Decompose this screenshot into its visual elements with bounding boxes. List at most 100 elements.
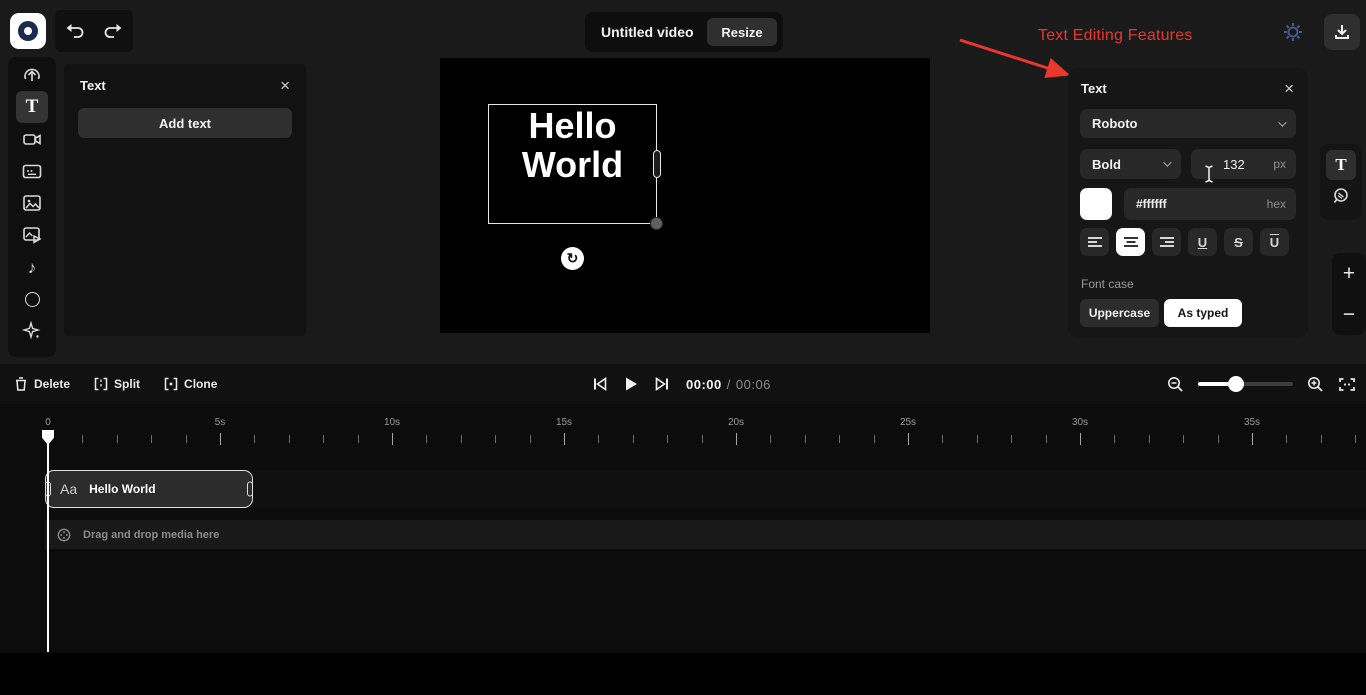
ruler-tick <box>1286 435 1288 443</box>
font-size-value: 132 <box>1223 156 1245 172</box>
ruler-tick <box>632 435 634 443</box>
ruler-label: 5s <box>214 417 226 428</box>
redo-button[interactable] <box>99 18 127 44</box>
ruler-tick <box>426 435 428 443</box>
undo-icon <box>65 22 85 40</box>
brand-colors-button[interactable] <box>1331 186 1351 206</box>
as-typed-button[interactable]: As typed <box>1164 299 1242 327</box>
timeline-text-clip[interactable]: Aa Hello World <box>45 470 253 508</box>
export-button[interactable] <box>1324 14 1360 50</box>
clip-trim-handle-right[interactable] <box>247 481 253 497</box>
align-left-button[interactable] <box>1080 228 1109 256</box>
font-family-value: Roboto <box>1092 116 1138 131</box>
fit-to-screen-button[interactable] <box>1338 377 1356 392</box>
settings-gear-icon[interactable] <box>1281 20 1305 44</box>
stock-video-icon <box>21 224 43 246</box>
ruler-tick <box>1252 433 1253 445</box>
sidebar-item-text[interactable]: T <box>16 91 48 123</box>
play-button[interactable] <box>624 376 638 392</box>
ruler-tick <box>1183 435 1185 443</box>
sidebar-item-record[interactable] <box>16 123 48 155</box>
sidebar-item-captions[interactable] <box>16 155 48 187</box>
align-right-button[interactable] <box>1152 228 1181 256</box>
trash-icon <box>14 376 28 392</box>
ruler-tick <box>1355 435 1357 443</box>
delete-button[interactable]: Delete <box>14 376 70 392</box>
sidebar-item-stock-video[interactable] <box>16 219 48 251</box>
timeline-area[interactable]: 0 5s 10s 15s 20s 25s 30s 35s Aa Hello World Dra… <box>0 404 1366 653</box>
clone-button[interactable]: Clone <box>164 377 217 391</box>
zoom-slider-thumb[interactable] <box>1228 376 1244 392</box>
close-icon[interactable]: × <box>280 77 290 94</box>
sidebar-item-ai[interactable] <box>16 315 48 347</box>
split-icon <box>94 377 108 391</box>
font-case-label: Font case <box>1081 277 1134 291</box>
sidebar-item-images[interactable] <box>16 187 48 219</box>
split-button[interactable]: Split <box>94 377 140 391</box>
redo-icon <box>103 22 123 40</box>
playhead-marker[interactable] <box>42 430 54 445</box>
close-icon[interactable]: × <box>1284 80 1294 97</box>
strikethrough-button[interactable]: S <box>1224 228 1253 256</box>
ruler-label: 10s <box>383 417 401 428</box>
skip-to-start-button[interactable] <box>592 377 608 391</box>
resize-button[interactable]: Resize <box>707 18 777 46</box>
ruler-tick <box>254 435 256 443</box>
sidebar-item-shapes[interactable] <box>16 283 48 315</box>
tool-sidebar: T ♪ <box>8 57 56 357</box>
selected-text-box[interactable]: Hello World <box>488 104 663 230</box>
timeline-zoom-controls <box>1167 364 1356 404</box>
ruler-tick <box>976 435 978 443</box>
timeline-zoom-slider[interactable] <box>1198 376 1293 392</box>
hex-color-input[interactable]: #ffffff hex <box>1124 188 1296 220</box>
strikethrough-icon: S <box>1234 234 1243 250</box>
upload-icon <box>21 64 43 86</box>
video-title[interactable]: Untitled video <box>601 24 694 40</box>
ruler-tick <box>151 435 153 443</box>
text-tool-icon: T <box>25 96 39 117</box>
overline-icon: U <box>1269 234 1280 250</box>
text-panel: Text × Add text <box>64 64 306 336</box>
ruler-label: 15s <box>555 417 573 428</box>
text-style-buttons: U S U <box>1080 228 1289 256</box>
undo-button[interactable] <box>61 18 89 44</box>
time-display: 00:00 / 00:06 <box>686 377 771 392</box>
ruler-label: 30s <box>1071 417 1089 428</box>
font-family-select[interactable]: Roboto <box>1080 109 1296 138</box>
circle-icon <box>24 291 40 307</box>
preview-zoom-out-button[interactable]: − <box>1343 304 1355 325</box>
video-editor-app: Untitled video Resize Text Editing Featu… <box>0 0 1366 695</box>
ruler-tick <box>529 435 531 443</box>
text-tab-button[interactable]: T <box>1326 150 1356 180</box>
resize-handle-right[interactable] <box>653 150 661 178</box>
chevron-down-icon <box>1163 158 1172 167</box>
undo-redo-group <box>55 10 133 52</box>
font-weight-value: Bold <box>1092 156 1121 172</box>
chevron-down-icon <box>1278 117 1287 127</box>
text-color-swatch[interactable] <box>1080 188 1112 220</box>
align-center-button[interactable] <box>1116 228 1145 256</box>
sidebar-item-upload[interactable] <box>16 59 48 91</box>
delete-label: Delete <box>34 377 71 391</box>
skip-to-end-button[interactable] <box>654 377 670 391</box>
font-weight-select[interactable]: Bold <box>1080 149 1181 179</box>
media-track-placeholder: Drag and drop media here <box>83 528 220 541</box>
ruler-label: 0 <box>45 417 51 428</box>
timeline-zoom-out-button[interactable] <box>1167 376 1184 393</box>
text-panel-title: Text <box>80 78 106 93</box>
resize-handle-corner[interactable] <box>650 217 663 230</box>
ruler-tick <box>1148 435 1150 443</box>
video-preview-canvas[interactable]: Hello World ↻ <box>440 58 930 333</box>
media-track[interactable]: Drag and drop media here <box>45 520 1366 549</box>
add-text-button[interactable]: Add text <box>78 108 292 138</box>
uppercase-button[interactable]: Uppercase <box>1080 299 1159 327</box>
rotate-handle[interactable]: ↻ <box>561 247 584 270</box>
overline-button[interactable]: U <box>1260 228 1289 256</box>
timeline-zoom-in-button[interactable] <box>1307 376 1324 393</box>
ruler-tick <box>873 435 875 443</box>
underline-button[interactable]: U <box>1188 228 1217 256</box>
preview-zoom-in-button[interactable]: + <box>1343 263 1355 284</box>
sidebar-item-music[interactable]: ♪ <box>16 251 48 283</box>
app-logo[interactable] <box>10 13 46 49</box>
ruler-tick <box>942 435 944 443</box>
